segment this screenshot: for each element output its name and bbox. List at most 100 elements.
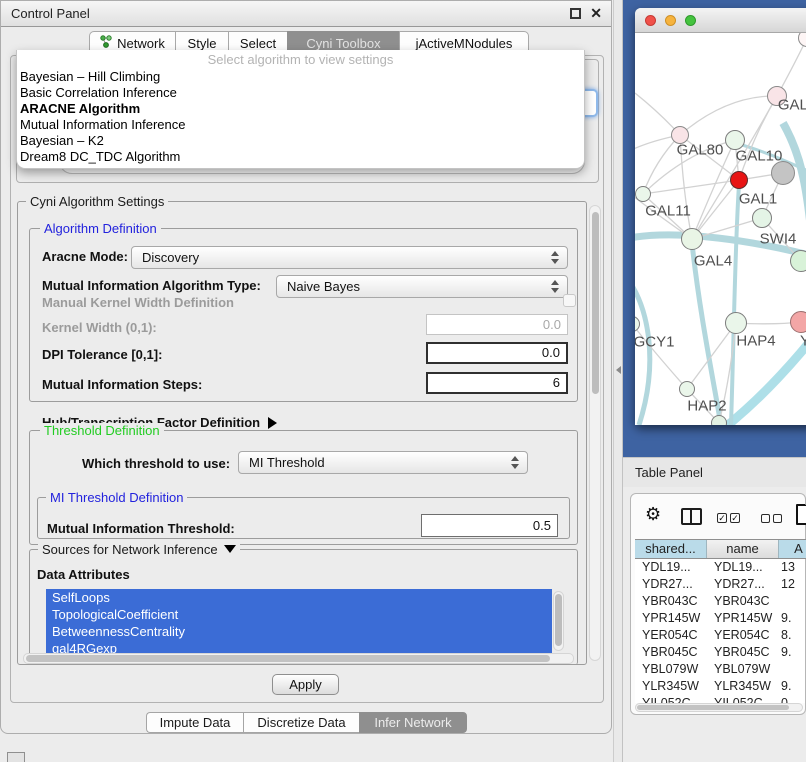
which-threshold-value: MI Threshold (249, 455, 325, 470)
float-window-icon[interactable] (570, 8, 581, 19)
scrollbar-thumb[interactable] (637, 705, 789, 710)
table-row[interactable]: YDL19...YDL19...13 (635, 559, 805, 576)
table-row[interactable]: YIL052CYIL052C0. (635, 695, 805, 703)
table-cell: YPR145W (635, 610, 707, 627)
tab-select-label: Select (240, 36, 276, 51)
settings-scrollbar[interactable] (589, 205, 601, 661)
mi-algorithm-type-combo[interactable]: Naive Bayes (276, 275, 568, 298)
algorithm-option[interactable]: Bayesian – Hill Climbing (17, 69, 584, 85)
scrollbar-thumb[interactable] (26, 655, 550, 662)
tab-impute-data[interactable]: Impute Data (146, 712, 243, 733)
table-row[interactable]: YBR043CYBR043C (635, 593, 805, 610)
mi-threshold-definition-title: MI Threshold Definition (46, 490, 187, 505)
network-node[interactable] (771, 161, 795, 185)
zoom-traffic-light[interactable] (685, 15, 696, 26)
combo-arrows-icon (551, 251, 560, 264)
split-columns-icon[interactable] (681, 508, 702, 525)
network-node-label: HAP2 (687, 398, 726, 415)
export-table-icon[interactable] (796, 504, 806, 525)
network-icon (100, 35, 112, 51)
table-row[interactable]: YPR145WYPR145W9. (635, 610, 805, 627)
table-cell: 9. (779, 610, 805, 627)
collapsed-panel-tab[interactable] (7, 752, 25, 762)
column-header-partial[interactable]: A (779, 540, 806, 558)
network-node[interactable] (681, 228, 703, 250)
network-node[interactable] (635, 186, 651, 202)
split-pane-divider[interactable] (613, 0, 623, 762)
algorithm-option[interactable]: Mutual Information Inference (17, 117, 584, 133)
table-cell: YLR345W (635, 678, 707, 695)
table-cell: YBR043C (635, 593, 707, 610)
mi-algorithm-type-label: Mutual Information Algorithm Type: (42, 278, 261, 293)
table-panel-titlebar: Table Panel (623, 457, 806, 487)
close-traffic-light[interactable] (645, 15, 656, 26)
network-node[interactable] (711, 415, 727, 425)
which-threshold-combo[interactable]: MI Threshold (238, 451, 528, 474)
select-all-checkbox-icon[interactable]: ✓ (730, 513, 740, 523)
select-all-checkbox-icon[interactable]: ✓ (717, 513, 727, 523)
network-node[interactable] (730, 171, 748, 189)
network-node[interactable] (790, 250, 806, 272)
scrollbar-thumb[interactable] (555, 594, 562, 646)
network-window-titlebar[interactable] (635, 8, 806, 33)
table-row[interactable]: YER054CYER054C8. (635, 627, 805, 644)
table-cell: YLR345W (707, 678, 779, 695)
dpi-tolerance-field[interactable]: 0.0 (426, 342, 568, 364)
table-cell: 9. (779, 678, 805, 695)
data-attributes-list[interactable]: SelfLoopsTopologicalCoefficientBetweenne… (46, 589, 552, 653)
table-cell: YBR043C (707, 593, 779, 610)
network-desktop-area: GAL80GAL10GAL7GAL11GAL1SWI4GAL4GCY1HAP4Y… (623, 0, 806, 457)
network-node[interactable] (752, 208, 772, 228)
attributes-scrollbar[interactable] (553, 591, 564, 651)
table-horizontal-scrollbar[interactable] (635, 703, 803, 712)
close-icon[interactable]: ✕ (590, 5, 602, 22)
network-node-label: GAL1 (739, 191, 777, 208)
deselect-all-checkbox-icon[interactable] (761, 514, 770, 523)
attribute-list-item[interactable]: TopologicalCoefficient (46, 606, 552, 623)
threshold-definition-title: Threshold Definition (40, 423, 164, 438)
table-cell: 8. (779, 627, 805, 644)
deselect-all-checkbox-icon[interactable] (773, 514, 782, 523)
divider-collapse-icon[interactable] (616, 366, 621, 374)
aracne-mode-combo[interactable]: Discovery (131, 246, 568, 269)
mi-steps-field[interactable]: 6 (426, 372, 568, 394)
table-row[interactable]: YBL079WYBL079W (635, 661, 805, 678)
table-cell: YBR045C (635, 644, 707, 661)
network-canvas[interactable]: GAL80GAL10GAL7GAL11GAL1SWI4GAL4GCY1HAP4Y… (635, 33, 806, 425)
attribute-list-item[interactable]: gal4RGexp (46, 640, 552, 653)
which-threshold-label: Which threshold to use: (82, 456, 230, 471)
table-row[interactable]: YDR27...YDR27...12 (635, 576, 805, 593)
algorithm-option[interactable]: Dream8 DC_TDC Algorithm (17, 149, 584, 165)
aracne-mode-value: Discovery (142, 250, 199, 265)
tab-discretize-data[interactable]: Discretize Data (243, 712, 359, 733)
network-node[interactable] (725, 312, 747, 334)
tab-infer-network[interactable]: Infer Network (359, 712, 467, 733)
control-panel-window: Control Panel ✕ Network Style Select Cyn… (0, 0, 612, 734)
kernel-width-field[interactable]: 0.0 (426, 314, 568, 335)
minimize-traffic-light[interactable] (665, 15, 676, 26)
attribute-list-item[interactable]: BetweennessCentrality (46, 623, 552, 640)
control-panel-titlebar: Control Panel ✕ (1, 1, 611, 27)
column-header-shared[interactable]: shared... (635, 540, 707, 558)
table-toolbar: ⚙ ✓ ✓ (631, 494, 805, 539)
network-view-window[interactable]: GAL80GAL10GAL7GAL11GAL1SWI4GAL4GCY1HAP4Y… (635, 8, 806, 425)
apply-button[interactable]: Apply (272, 674, 339, 695)
algorithm-option[interactable]: Bayesian – K2 (17, 133, 584, 149)
settings-horizontal-scrollbar[interactable] (23, 653, 574, 664)
expanded-arrow-icon (224, 545, 236, 553)
manual-kernel-width-checkbox[interactable] (563, 294, 576, 307)
table-row[interactable]: YBR045CYBR045C9. (635, 644, 805, 661)
algorithm-option[interactable]: ARACNE Algorithm (17, 101, 584, 117)
table-header-row: shared... name A (635, 539, 806, 559)
network-node[interactable] (790, 311, 806, 333)
mi-threshold-field[interactable]: 0.5 (421, 514, 558, 537)
network-node-label: HAP4 (736, 333, 775, 350)
scrollbar-thumb[interactable] (592, 212, 599, 394)
attribute-list-item[interactable]: SelfLoops (46, 589, 552, 606)
algorithm-option[interactable]: Basic Correlation Inference (17, 85, 584, 101)
network-node[interactable] (679, 381, 695, 397)
sources-toggle[interactable]: Sources for Network Inference (38, 542, 240, 557)
table-row[interactable]: YLR345WYLR345W9. (635, 678, 805, 695)
column-header-name[interactable]: name (707, 540, 779, 558)
gear-icon[interactable]: ⚙ (645, 504, 661, 525)
